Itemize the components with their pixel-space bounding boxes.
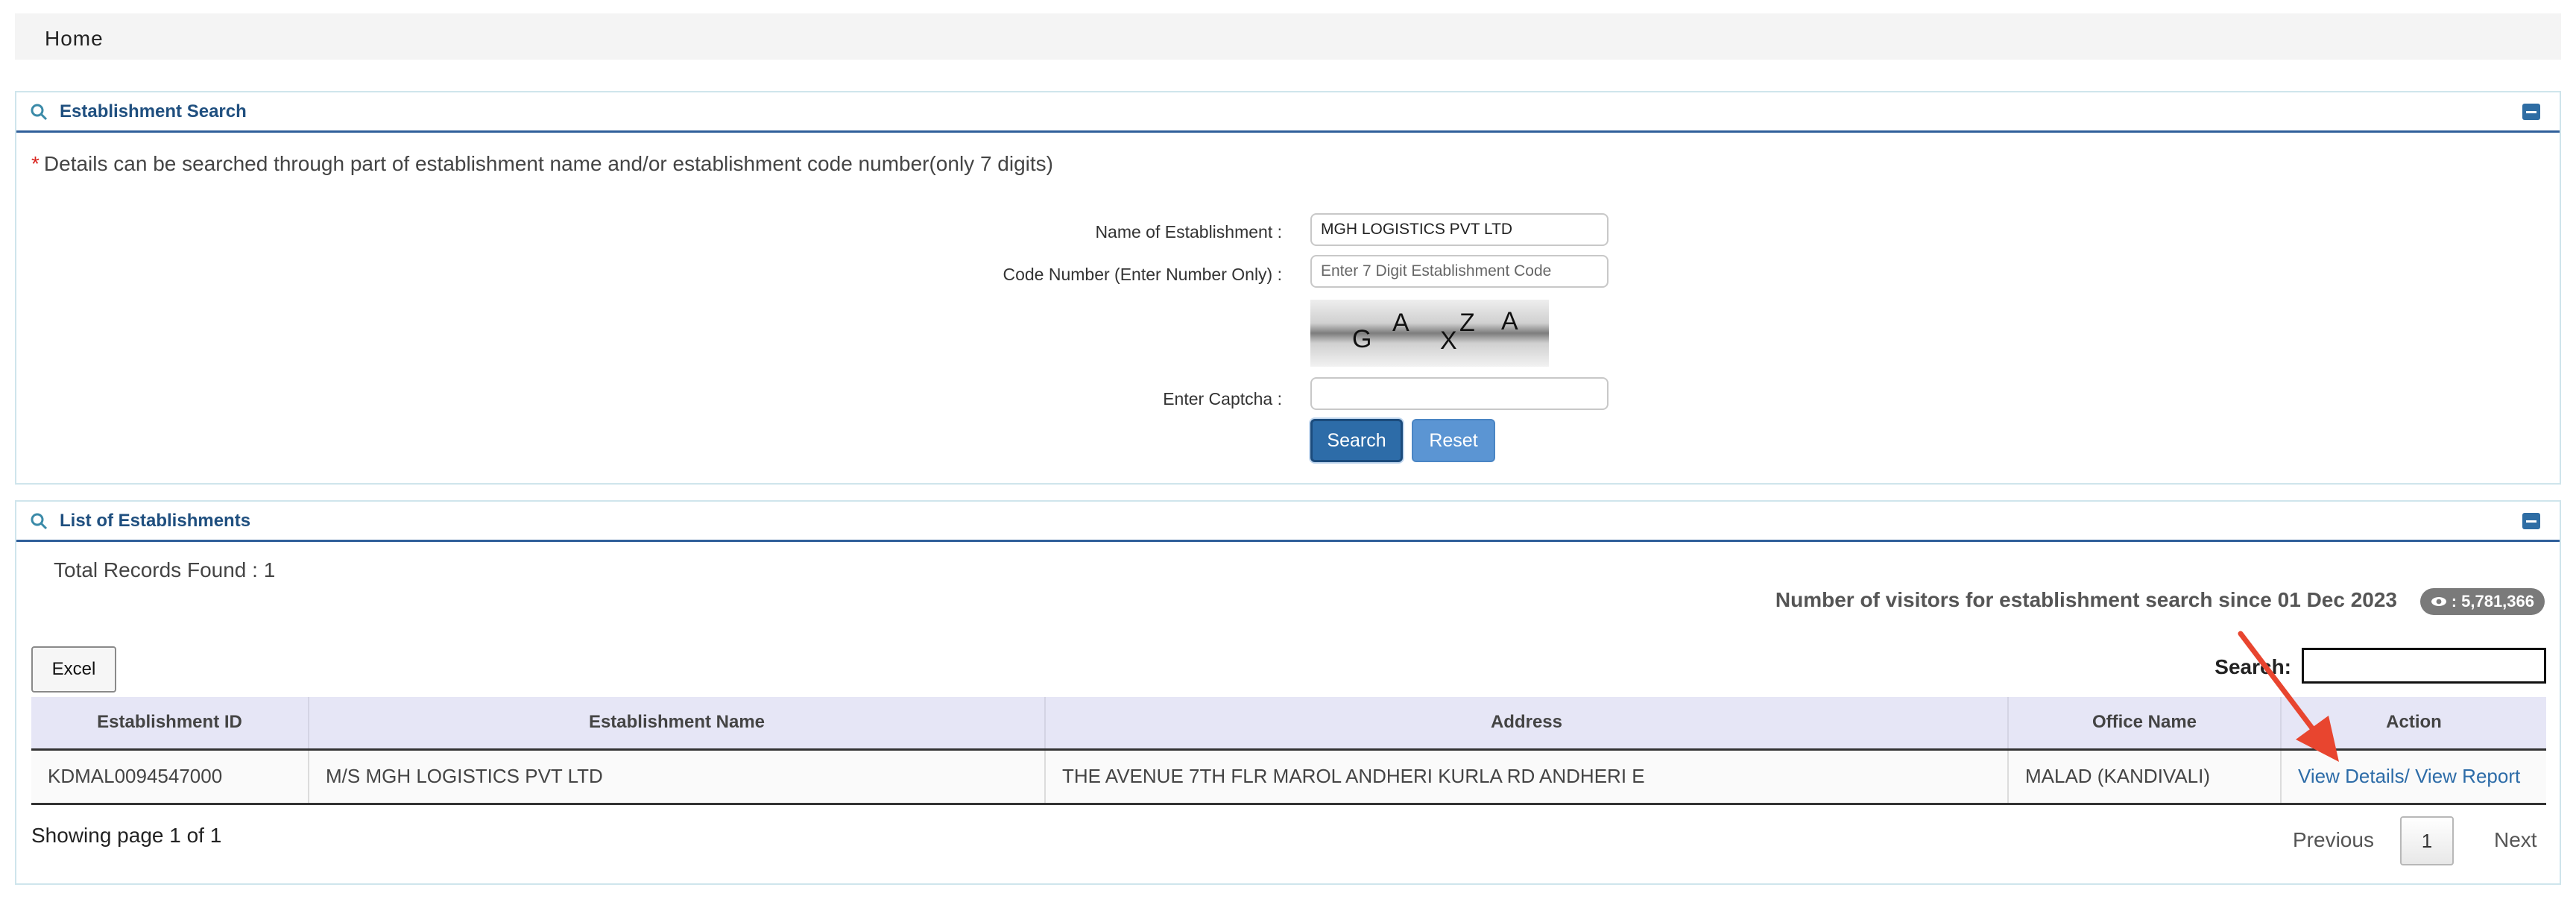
collapse-icon[interactable]: [2522, 513, 2540, 529]
next-page-button[interactable]: Next: [2494, 828, 2537, 852]
panel-title: List of Establishments: [60, 511, 251, 531]
view-details-link[interactable]: View Details: [2298, 765, 2405, 787]
column-header[interactable]: Office Name: [2008, 697, 2282, 751]
establishment-code-input[interactable]: [1310, 255, 1609, 288]
table-header-row: Establishment ID Establishment Name Addr…: [31, 697, 2546, 751]
collapse-icon[interactable]: [2522, 104, 2540, 120]
page-info: Showing page 1 of 1: [31, 824, 222, 847]
captcha-char: Z: [1459, 309, 1475, 337]
action-cell: View Details/ View Report: [2281, 749, 2546, 805]
visitor-count-badge: : 5,781,366: [2419, 588, 2545, 615]
captcha-char: A: [1501, 307, 1518, 335]
column-header[interactable]: Establishment Name: [309, 697, 1046, 751]
establishment-id-cell: KDMAL0094547000: [31, 749, 309, 805]
captcha-image: G A X Z A: [1310, 300, 1549, 367]
code-label: Code Number (Enter Number Only) :: [1003, 265, 1282, 284]
establishment-name-input[interactable]: [1310, 213, 1609, 246]
name-label: Name of Establishment :: [1095, 222, 1282, 242]
action-separator: /: [2404, 765, 2410, 787]
column-header[interactable]: Action: [2281, 697, 2546, 751]
top-nav-bar: Home: [15, 13, 2561, 60]
excel-export-button[interactable]: Excel: [31, 646, 116, 693]
nav-home-link[interactable]: Home: [45, 27, 104, 51]
total-records: Total Records Found : 1: [54, 558, 276, 581]
table-search-label: Search:: [2214, 655, 2291, 678]
establishment-name-cell: M/S MGH LOGISTICS PVT LTD: [309, 749, 1046, 805]
page-number-button[interactable]: 1: [2400, 816, 2454, 865]
visitor-count-label: Number of visitors for establishment sea…: [1775, 588, 2397, 611]
captcha-label: Enter Captcha :: [1163, 389, 1282, 409]
previous-page-button[interactable]: Previous: [2293, 828, 2374, 852]
table-search-input[interactable]: [2302, 648, 2546, 684]
office-name-cell: MALAD (KANDIVALI): [2008, 749, 2282, 805]
establishment-search-header: Establishment Search: [16, 92, 2560, 133]
establishments-list-header: List of Establishments: [16, 502, 2560, 542]
establishment-search-panel: Establishment Search * Details can be sea…: [15, 91, 2561, 485]
captcha-char: G: [1352, 325, 1372, 353]
search-instructions: * Details can be searched through part of…: [31, 152, 1053, 176]
column-header[interactable]: Establishment ID: [31, 697, 309, 751]
establishments-list-panel: List of Establishments Total Records Fou…: [15, 500, 2561, 885]
panel-title: Establishment Search: [60, 101, 247, 122]
table-row: KDMAL0094547000 M/S MGH LOGISTICS PVT LT…: [31, 749, 2546, 805]
required-star: *: [31, 152, 40, 175]
instructions-text: Details can be searched through part of …: [43, 152, 1053, 175]
view-report-link[interactable]: View Report: [2415, 765, 2520, 787]
reset-button[interactable]: Reset: [1412, 419, 1495, 462]
captcha-char: X: [1440, 327, 1457, 355]
search-icon: [31, 104, 48, 121]
visitor-count-value: : 5,781,366: [2451, 592, 2534, 611]
establishments-table: Establishment ID Establishment Name Addr…: [31, 697, 2546, 805]
column-header[interactable]: Address: [1045, 697, 2009, 751]
eye-icon: [2431, 597, 2446, 606]
search-icon: [31, 513, 48, 530]
captcha-input[interactable]: [1310, 377, 1609, 410]
captcha-char: A: [1392, 309, 1409, 337]
address-cell: THE AVENUE 7TH FLR MAROL ANDHERI KURLA R…: [1045, 749, 2009, 805]
search-button[interactable]: Search: [1310, 419, 1403, 462]
